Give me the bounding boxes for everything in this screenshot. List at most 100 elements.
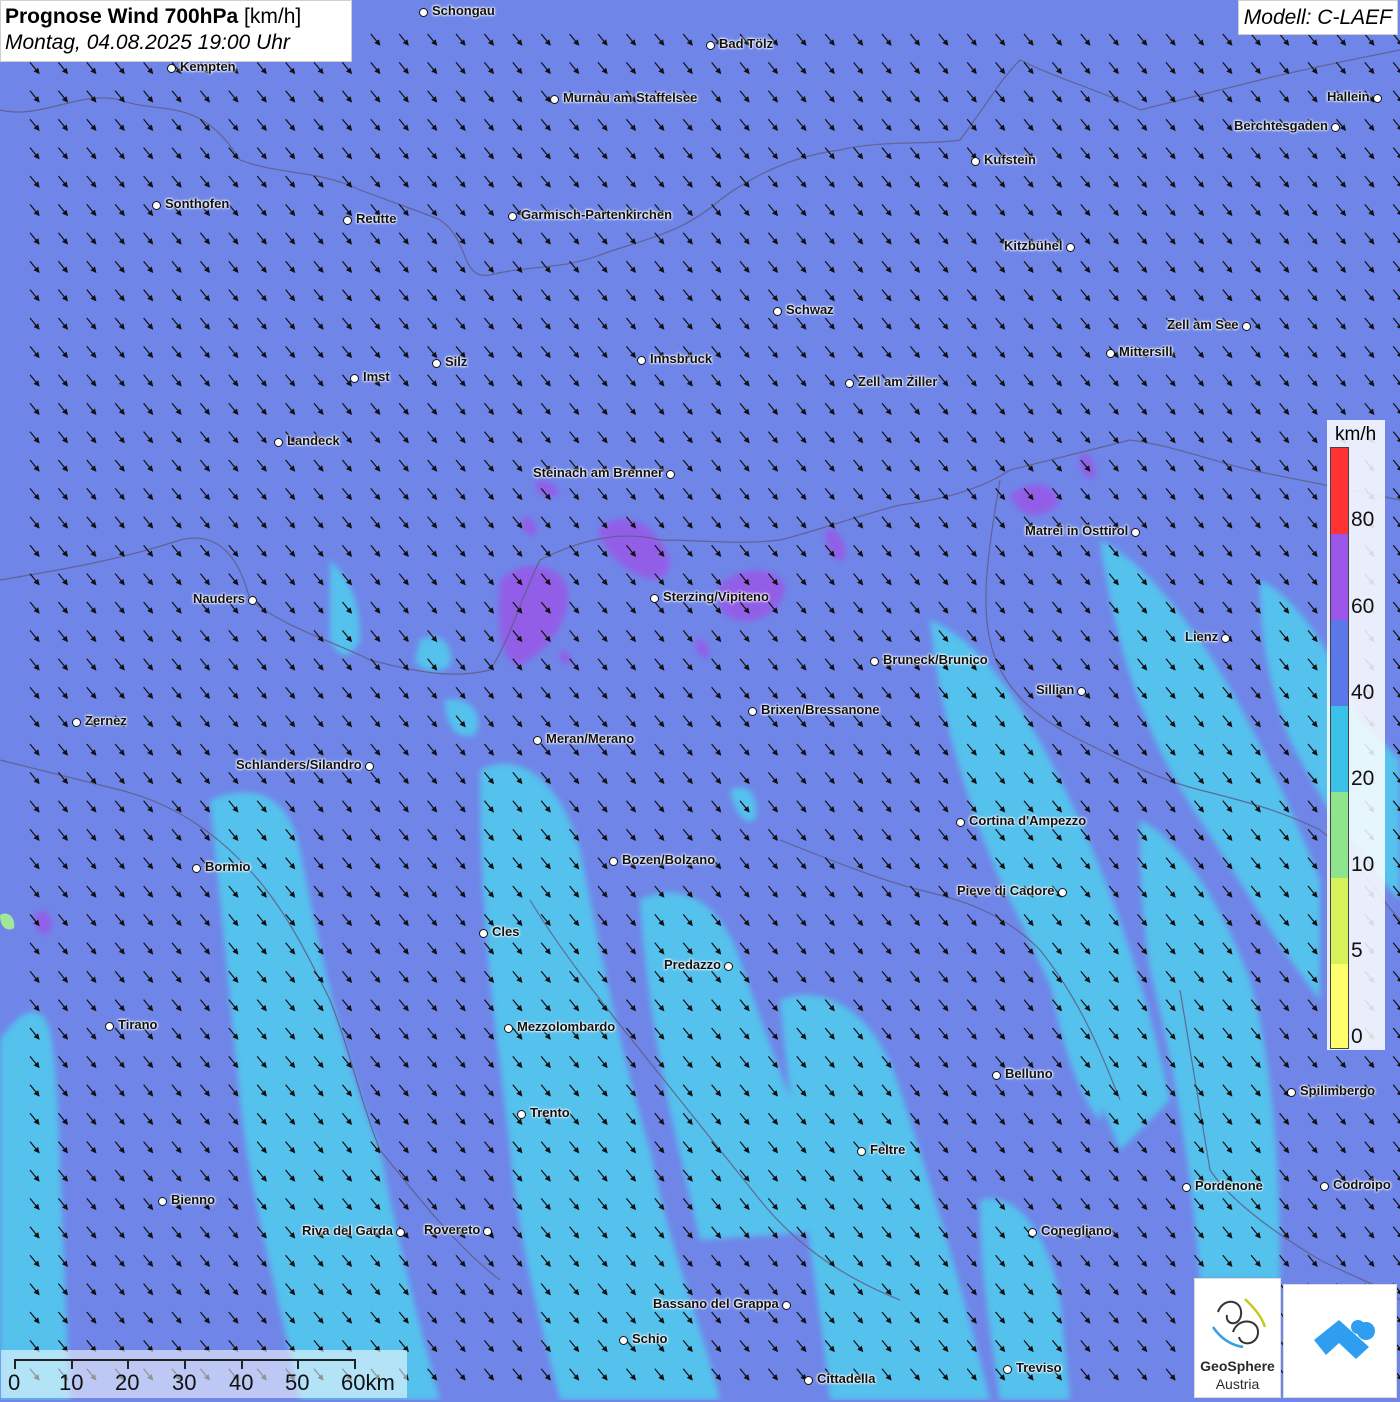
city-label: Conegliano — [1041, 1223, 1112, 1238]
city-dot[interactable] — [1221, 634, 1230, 643]
scale-label-10: 10 — [59, 1370, 84, 1395]
geosphere-logo[interactable]: GeoSphere Austria — [1194, 1278, 1281, 1398]
city-dot[interactable] — [1331, 123, 1340, 132]
legend-segment-5-10 — [1331, 878, 1348, 964]
city-label: Sterzing/Vipiteno — [663, 589, 769, 604]
scale-label-50: 50 — [285, 1370, 310, 1395]
legend-segment-40-60 — [1331, 620, 1348, 706]
city-dot[interactable] — [365, 762, 374, 771]
city-dot[interactable] — [432, 359, 441, 368]
city-label: Brixen/Bressanone — [761, 702, 880, 717]
city-dot[interactable] — [158, 1197, 167, 1206]
city-label: Steinach am Brenner — [533, 465, 664, 480]
legend-tick-0: 0 — [1351, 1025, 1363, 1048]
city-dot[interactable] — [1058, 888, 1067, 897]
city-dot[interactable] — [419, 8, 428, 17]
city-dot[interactable] — [1320, 1182, 1329, 1191]
city-dot[interactable] — [724, 962, 733, 971]
city-dot[interactable] — [857, 1147, 866, 1156]
scale-label-0: 0 — [8, 1370, 21, 1395]
weather-app-logo[interactable] — [1283, 1284, 1397, 1398]
city-label: Meran/Merano — [546, 731, 635, 746]
city-dot[interactable] — [971, 157, 980, 166]
legend-tick-20: 20 — [1351, 767, 1375, 790]
city-label: Belluno — [1005, 1066, 1053, 1081]
scale-bar: 0 10 20 30 40 50 60km — [1, 1350, 407, 1398]
legend-unit: km/h — [1335, 424, 1377, 445]
city-dot[interactable] — [72, 718, 81, 727]
city-label: Cortina d'Ampezzo — [969, 813, 1087, 828]
city-dot[interactable] — [152, 201, 161, 210]
city-label: Zell am See — [1167, 317, 1239, 332]
city-dot[interactable] — [619, 1336, 628, 1345]
city-dot[interactable] — [1066, 243, 1075, 252]
city-dot[interactable] — [167, 64, 176, 73]
city-dot[interactable] — [773, 307, 782, 316]
city-label: Bozen/Bolzano — [622, 852, 716, 867]
city-dot[interactable] — [666, 470, 675, 479]
city-dot[interactable] — [479, 929, 488, 938]
city-dot[interactable] — [343, 216, 352, 225]
legend-segment-10-20 — [1331, 792, 1348, 878]
scale-bar-tick — [184, 1359, 186, 1369]
city-dot[interactable] — [956, 818, 965, 827]
city-dot[interactable] — [483, 1227, 492, 1236]
city-dot[interactable] — [248, 596, 257, 605]
city-dot[interactable] — [517, 1110, 526, 1119]
legend-segment-20-40 — [1331, 706, 1348, 792]
city-label: Imst — [363, 369, 390, 384]
city-dot[interactable] — [396, 1228, 405, 1237]
scale-bar-tick — [241, 1359, 243, 1369]
city-dot[interactable] — [350, 374, 359, 383]
city-dot[interactable] — [533, 736, 542, 745]
forecast-title: Prognose Wind 700hPa [km/h] — [5, 4, 347, 30]
city-dot[interactable] — [870, 657, 879, 666]
legend-segment-0-5 — [1331, 964, 1348, 1048]
legend-tick-40: 40 — [1351, 681, 1375, 704]
city-dot[interactable] — [992, 1071, 1001, 1080]
city-dot[interactable] — [706, 41, 715, 50]
city-dot[interactable] — [650, 594, 659, 603]
city-label: Berchtesgaden — [1234, 118, 1328, 133]
city-label: Kempten — [180, 59, 236, 74]
city-dot[interactable] — [274, 438, 283, 447]
city-label: Bad Tölz — [719, 36, 774, 51]
city-dot[interactable] — [192, 864, 201, 873]
city-label: Predazzo — [664, 957, 722, 972]
city-dot[interactable] — [1287, 1088, 1296, 1097]
city-dot[interactable] — [804, 1376, 813, 1385]
forecast-title-unit: [km/h] — [244, 5, 302, 28]
city-dot[interactable] — [105, 1022, 114, 1031]
city-dot[interactable] — [845, 379, 854, 388]
city-label: Bassano del Grappa — [653, 1296, 779, 1311]
city-dot[interactable] — [1242, 322, 1251, 331]
city-dot[interactable] — [1077, 687, 1086, 696]
city-dot[interactable] — [1131, 528, 1140, 537]
city-dot[interactable] — [1373, 94, 1382, 103]
scale-label-60km: 60km — [341, 1370, 395, 1395]
city-label: Matrei in Osttirol — [1025, 523, 1129, 538]
city-dot[interactable] — [508, 212, 517, 221]
forecast-datetime: Montag, 04.08.2025 19:00 Uhr — [5, 31, 290, 54]
city-dot[interactable] — [1028, 1228, 1037, 1237]
city-dot[interactable] — [748, 707, 757, 716]
scale-label-20: 20 — [115, 1370, 140, 1395]
city-dot[interactable] — [609, 857, 618, 866]
logo-name-line2: Austria — [1215, 1376, 1260, 1392]
city-label: Rovereto — [424, 1222, 481, 1237]
legend-tick-5: 5 — [1351, 939, 1363, 962]
legend-tick-60: 60 — [1351, 595, 1375, 618]
city-dot[interactable] — [1182, 1183, 1191, 1192]
color-legend: km/h 80 60 40 20 10 5 0 — [1327, 420, 1385, 1050]
city-dot[interactable] — [637, 356, 646, 365]
city-label: Kufstein — [984, 152, 1036, 167]
city-dot[interactable] — [504, 1024, 513, 1033]
city-dot[interactable] — [1003, 1365, 1012, 1374]
city-label: Bienno — [171, 1192, 216, 1207]
scale-bar-tick — [71, 1359, 73, 1369]
city-dot[interactable] — [1106, 349, 1115, 358]
city-dot[interactable] — [782, 1301, 791, 1310]
city-label: Bormio — [205, 859, 251, 874]
city-label: Zell am Ziller — [858, 374, 938, 389]
city-dot[interactable] — [550, 95, 559, 104]
